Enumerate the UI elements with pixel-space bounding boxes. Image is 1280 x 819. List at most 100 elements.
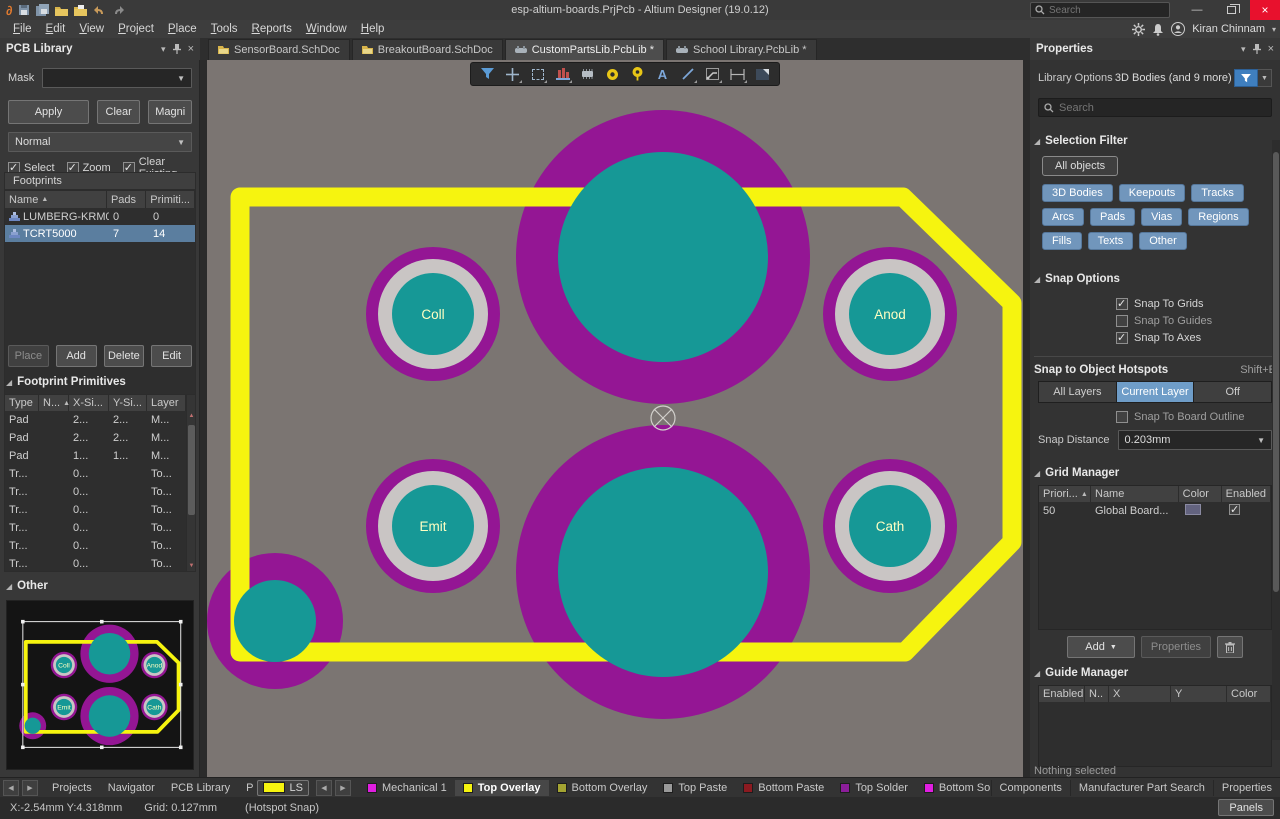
save-all-icon[interactable]	[36, 4, 49, 16]
board-drawing[interactable]: Coll Anod Emit Cath	[207, 60, 1023, 777]
notifications-bell-icon[interactable]	[1152, 23, 1164, 36]
filter-tracks[interactable]: Tracks	[1191, 184, 1244, 202]
apply-button[interactable]: Apply	[8, 100, 89, 124]
primitive-row[interactable]: Pad2...2...M...	[5, 411, 195, 429]
layer-tab-mechanical-1[interactable]: Mechanical 1	[359, 780, 455, 796]
filter-texts[interactable]: Texts	[1088, 232, 1134, 250]
grid-col-color[interactable]: Color	[1179, 486, 1222, 502]
layers-scroll-right-icon[interactable]: ▶	[335, 780, 351, 796]
primitives-col-xsize[interactable]: X-Si...	[69, 395, 109, 411]
primitive-row[interactable]: Tr...0...To...	[5, 537, 195, 555]
filter-arcs[interactable]: Arcs	[1042, 208, 1084, 226]
grid-col-name[interactable]: Name	[1091, 486, 1179, 502]
panel-close-icon[interactable]: ×	[1268, 43, 1274, 55]
mask-mode-dropdown[interactable]: Normal ▼	[8, 132, 192, 152]
place-button[interactable]: Place	[8, 345, 49, 367]
filter-pads[interactable]: Pads	[1090, 208, 1135, 226]
primitive-row[interactable]: Tr...0...To...	[5, 483, 195, 501]
pad-corner-hole[interactable]	[234, 580, 316, 662]
guide-col-y[interactable]: Y	[1171, 686, 1227, 702]
filter-fills[interactable]: Fills	[1042, 232, 1082, 250]
grid-color-swatch[interactable]	[1185, 504, 1201, 515]
primitives-scrollbar[interactable]: ▲ ▼	[186, 395, 195, 571]
grid-add-button[interactable]: Add ▼	[1067, 636, 1135, 658]
primitives-col-type[interactable]: Type	[5, 395, 39, 411]
route-icon[interactable]	[702, 64, 723, 84]
collapse-icon[interactable]: ◢	[6, 378, 12, 387]
close-button[interactable]: ×	[1250, 0, 1280, 20]
open-folder-icon[interactable]	[55, 5, 68, 16]
snap-to-axes-checkbox[interactable]	[1116, 332, 1128, 344]
footprint-row-lumberg[interactable]: LUMBERG-KRM08 0 0	[5, 208, 195, 225]
array-placement-icon[interactable]	[552, 64, 573, 84]
place-via-icon[interactable]	[627, 64, 648, 84]
move-objects-icon[interactable]	[502, 64, 523, 84]
save-icon[interactable]	[18, 4, 30, 16]
pad-top-hole[interactable]	[558, 152, 768, 362]
panel-tab-pcb-library[interactable]: PCB Library	[163, 780, 238, 796]
collapse-icon[interactable]: ◢	[1034, 137, 1040, 146]
panel-tab-properties[interactable]: Properties	[1213, 780, 1280, 796]
menu-tools[interactable]: Tools	[204, 23, 245, 35]
delete-footprint-button[interactable]: Delete	[104, 345, 145, 367]
object-filter-button[interactable]: ▼	[1234, 69, 1272, 87]
select-area-icon[interactable]	[527, 64, 548, 84]
undo-icon[interactable]	[93, 5, 106, 16]
guide-col-name[interactable]: N..	[1085, 686, 1109, 702]
magnify-button[interactable]: Magni	[148, 100, 192, 124]
panels-button[interactable]: Panels	[1218, 799, 1274, 816]
menu-project[interactable]: Project	[111, 23, 161, 35]
scroll-down-icon[interactable]: ▼	[187, 563, 196, 569]
collapse-icon[interactable]: ◢	[6, 582, 12, 591]
properties-search-input[interactable]	[1059, 102, 1249, 114]
primitive-row[interactable]: Tr...0...To...	[5, 465, 195, 483]
primitives-col-ysize[interactable]: Y-Si...	[109, 395, 147, 411]
pin-icon[interactable]	[1253, 44, 1261, 54]
grid-delete-button[interactable]	[1217, 636, 1243, 658]
filter-other[interactable]: Other	[1139, 232, 1187, 250]
panel-menu-caret-icon[interactable]: ▾	[1241, 44, 1246, 55]
user-menu-caret-icon[interactable]: ▾	[1272, 25, 1276, 34]
snap-to-grids-checkbox[interactable]	[1116, 298, 1128, 310]
collapse-icon[interactable]: ◢	[1034, 275, 1040, 284]
seg-current-layer[interactable]: Current Layer	[1117, 382, 1195, 402]
pcb-editor-canvas[interactable]: Coll Anod Emit Cath A	[207, 60, 1023, 777]
right-splitter[interactable]	[1023, 60, 1030, 777]
layer-tab-top-overlay[interactable]: Top Overlay	[455, 780, 549, 796]
seg-all-layers[interactable]: All Layers	[1039, 382, 1117, 402]
gear-icon[interactable]	[1132, 23, 1145, 36]
edit-footprint-button[interactable]: Edit	[151, 345, 192, 367]
snap-to-board-outline-checkbox[interactable]	[1116, 411, 1128, 423]
snap-distance-dropdown[interactable]: 0.203mm ▼	[1118, 430, 1272, 450]
panel-tab-navigator[interactable]: Navigator	[100, 780, 163, 796]
layer-tab-bottom-overlay[interactable]: Bottom Overlay	[549, 780, 656, 796]
grid-enabled-checkbox[interactable]	[1229, 504, 1240, 515]
doc-tab-sensorboard[interactable]: SensorBoard.SchDoc	[208, 39, 350, 60]
place-component-icon[interactable]	[577, 64, 598, 84]
primitives-col-name[interactable]: N...▲	[39, 395, 69, 411]
tabs-scroll-right-icon[interactable]: ▶	[22, 780, 38, 796]
primitive-row[interactable]: Pad2...2...M...	[5, 429, 195, 447]
panel-tab-components[interactable]: Components	[991, 780, 1070, 796]
selection-filter-icon[interactable]	[477, 64, 498, 84]
menu-view[interactable]: View	[72, 23, 111, 35]
menu-edit[interactable]: Edit	[39, 23, 73, 35]
menu-reports[interactable]: Reports	[245, 23, 299, 35]
footprint-row-tcrt5000[interactable]: TCRT5000 7 14	[5, 225, 195, 242]
doc-tab-custompartslib[interactable]: CustomPartsLib.PcbLib *	[505, 39, 664, 60]
minimize-button[interactable]: —	[1182, 0, 1212, 20]
layer-tab-bottom-paste[interactable]: Bottom Paste	[735, 780, 832, 796]
place-fill-icon[interactable]	[752, 64, 773, 84]
layers-scroll-left-icon[interactable]: ◀	[316, 780, 332, 796]
left-splitter[interactable]	[200, 60, 207, 777]
primitive-row[interactable]: Pad1...1...M...	[5, 447, 195, 465]
guide-col-x[interactable]: X	[1109, 686, 1171, 702]
user-avatar-icon[interactable]	[1171, 22, 1185, 36]
doc-tab-breakoutboard[interactable]: BreakoutBoard.SchDoc	[352, 39, 503, 60]
panel-close-icon[interactable]: ×	[188, 43, 194, 55]
guide-col-color[interactable]: Color	[1227, 686, 1271, 702]
collapse-icon[interactable]: ◢	[1034, 469, 1040, 478]
primitive-row[interactable]: Tr...0...To...	[5, 555, 195, 573]
seg-off[interactable]: Off	[1194, 382, 1271, 402]
panel-menu-caret-icon[interactable]: ▾	[161, 44, 166, 55]
